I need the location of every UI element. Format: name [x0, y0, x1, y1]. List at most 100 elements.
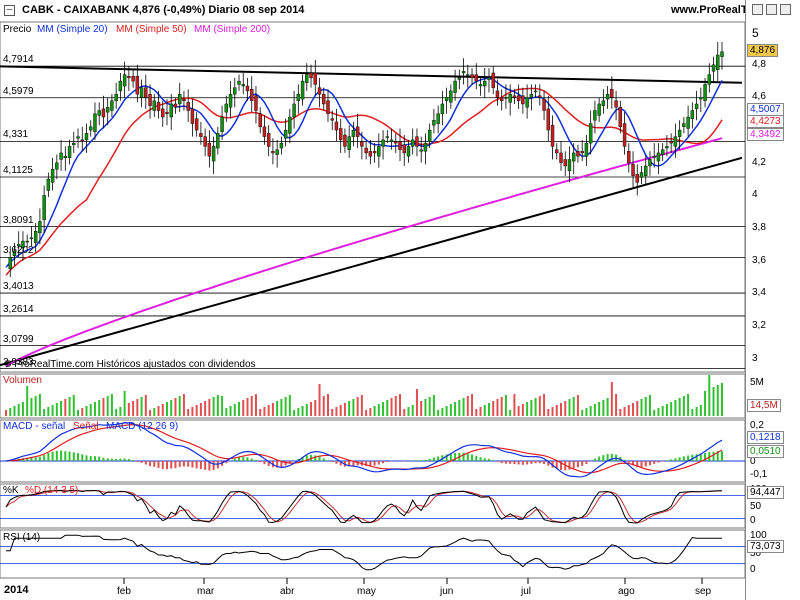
macd-hist-bar: [432, 457, 435, 461]
macd-hist-tag: 0,0510: [747, 445, 784, 458]
macd-hist-bar: [466, 453, 469, 461]
candle-body: [245, 85, 250, 92]
macd-hist-bar: [263, 461, 266, 465]
volume-bar: [424, 399, 427, 416]
candle-body: [588, 123, 593, 144]
volume-bar: [153, 408, 156, 416]
macd-hist-bar: [165, 461, 168, 470]
volume-bar: [165, 402, 168, 416]
candle-body: [398, 141, 402, 150]
volume-bar: [653, 410, 656, 416]
volume-bar: [322, 396, 325, 416]
volume-bar: [399, 394, 402, 416]
macd-hist-bar: [593, 458, 596, 461]
last-price-tag: 4,876: [747, 44, 779, 57]
volume-value-tag: 14,5M: [747, 399, 781, 412]
legend-ma50: MM (Simple 50): [116, 24, 187, 35]
candle-body: [250, 89, 254, 101]
candle-body: [228, 93, 233, 108]
candle-body: [682, 123, 686, 128]
volume-bar: [598, 402, 601, 416]
candle-body: [402, 144, 406, 154]
volume-bar: [34, 396, 37, 416]
candle-body: [313, 72, 317, 85]
macd-hist-bar: [500, 461, 503, 464]
candle-body: [686, 116, 690, 129]
macd-hist-bar: [682, 456, 685, 461]
candle-body: [144, 87, 148, 98]
volume-bar: [72, 395, 75, 416]
price-level-label: 4,1125: [3, 165, 33, 176]
candle-body: [665, 146, 669, 149]
candle-body: [279, 142, 284, 149]
volume-bar: [602, 400, 605, 416]
candle-body: [597, 103, 601, 116]
candle-body: [76, 136, 80, 139]
candle-body: [161, 108, 165, 118]
macd-hist-bar: [43, 454, 46, 461]
macd-hist-bar: [284, 461, 287, 466]
month-label: mar: [197, 586, 215, 597]
price-tick: 3,8: [752, 222, 766, 233]
macd-hist-bar: [665, 460, 668, 461]
candle-body: [224, 103, 229, 113]
candle-body: [372, 151, 377, 154]
macd-hist-bar: [132, 460, 135, 461]
volume-bar: [284, 397, 287, 416]
volume-bar: [547, 409, 550, 416]
macd-hist-bar: [534, 461, 537, 464]
macd-hist-bar: [530, 461, 533, 464]
candle-body: [110, 100, 114, 111]
volume-bar: [26, 386, 29, 416]
macd-hist-bar: [238, 457, 241, 461]
volume-bar: [356, 397, 359, 416]
macd-hist-bar: [242, 456, 245, 461]
candle-body: [262, 126, 267, 137]
volume-bar: [149, 410, 152, 416]
candle-body: [55, 162, 59, 170]
macd-hist-bar: [34, 457, 37, 461]
volume-bar: [293, 410, 296, 416]
candle-body: [266, 133, 271, 147]
volume-bar: [687, 394, 690, 416]
volume-bar: [517, 406, 520, 416]
ma200-value-tag: 4,3492: [747, 128, 784, 141]
macd-hist-bar: [47, 453, 50, 461]
candle-body: [495, 90, 500, 98]
macd-hist-bar: [471, 454, 474, 461]
volume-bar: [9, 408, 12, 416]
volume-bar: [623, 407, 626, 416]
candle-body: [419, 149, 423, 152]
candle-body: [305, 74, 309, 83]
rsi-panel-bg: [0, 529, 746, 579]
volume-bar: [77, 410, 80, 416]
chart-canvas[interactable]: feb mar abr may jun jul ago sep: [0, 0, 800, 600]
close-icon[interactable]: [780, 4, 791, 15]
volume-bar: [572, 397, 575, 416]
minimize-icon[interactable]: [752, 4, 763, 15]
candle-body: [406, 146, 411, 157]
candle-body: [381, 139, 385, 147]
candle-body: [660, 149, 665, 155]
candle-body: [148, 93, 152, 106]
candle-body: [470, 74, 474, 79]
volume-bar: [373, 406, 376, 416]
volume-bar: [462, 398, 465, 416]
candle-body: [512, 95, 517, 98]
volume-bar: [428, 397, 431, 416]
macd-hist-bar: [212, 461, 215, 471]
volume-bar: [178, 396, 181, 416]
macd-hist-bar: [627, 461, 630, 463]
macd-hist-bar: [335, 461, 338, 464]
macd-hist-bar: [72, 452, 75, 461]
macd-hist-bar: [492, 460, 495, 461]
candle-body: [601, 100, 606, 106]
candle-body: [580, 151, 584, 154]
candle-body: [29, 237, 34, 240]
volume-bar: [246, 398, 249, 416]
volume-bar: [242, 400, 245, 416]
macd-hist-bar: [712, 451, 715, 461]
volume-bar: [632, 403, 635, 416]
volume-bar: [526, 402, 529, 416]
maximize-icon[interactable]: [766, 4, 777, 15]
